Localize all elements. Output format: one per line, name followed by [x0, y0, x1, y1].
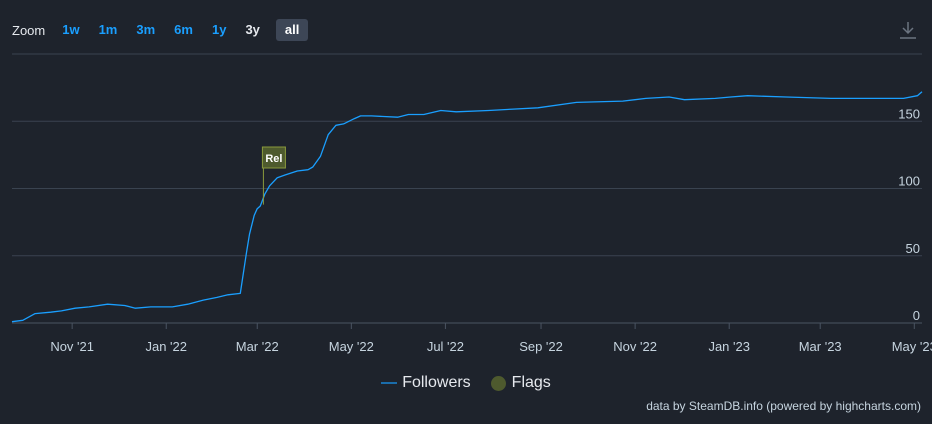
legend-flags-label: Flags — [511, 374, 551, 391]
followers-legend-line-icon — [381, 382, 398, 384]
x-tick-label: Sep '22 — [519, 339, 563, 354]
grid-lines — [12, 53, 922, 324]
y-tick-label: 0 — [913, 308, 920, 323]
followers-line[interactable] — [11, 91, 923, 323]
legend-item-flags[interactable]: Flags — [490, 374, 551, 392]
x-tick-label: Jan '22 — [145, 339, 187, 354]
x-tick-label: May '23 — [892, 339, 932, 354]
flags-legend-dot-icon — [490, 375, 506, 391]
y-axis: 0 50 100 150 — [898, 106, 920, 323]
y-tick-label: 100 — [898, 174, 920, 189]
legend-followers-label: Followers — [402, 374, 471, 391]
x-tick-label: Nov '21 — [50, 339, 94, 354]
x-tick-label: May '22 — [329, 339, 374, 354]
x-axis: Nov '21 Jan '22 Mar '22 May '22 Jul '22 Sep '… — [50, 323, 932, 354]
x-tick-label: Jan '23 — [708, 339, 750, 354]
legend-item-followers[interactable]: Followers — [381, 374, 471, 392]
flag-label: Rel — [265, 153, 282, 165]
x-tick-label: Nov '22 — [613, 339, 657, 354]
followers-series[interactable] — [11, 91, 923, 323]
legend: Followers Flags — [0, 374, 932, 392]
x-tick-label: Mar '22 — [236, 339, 279, 354]
x-tick-label: Jul '22 — [427, 339, 464, 354]
credits-link[interactable]: data by SteamDB.info (powered by highcha… — [646, 399, 921, 413]
x-tick-label: Mar '23 — [799, 339, 842, 354]
y-tick-label: 150 — [898, 106, 920, 121]
chart-area: Nov '21 Jan '22 Mar '22 May '22 Jul '22 Sep '… — [11, 53, 932, 354]
y-tick-label: 50 — [906, 241, 920, 256]
